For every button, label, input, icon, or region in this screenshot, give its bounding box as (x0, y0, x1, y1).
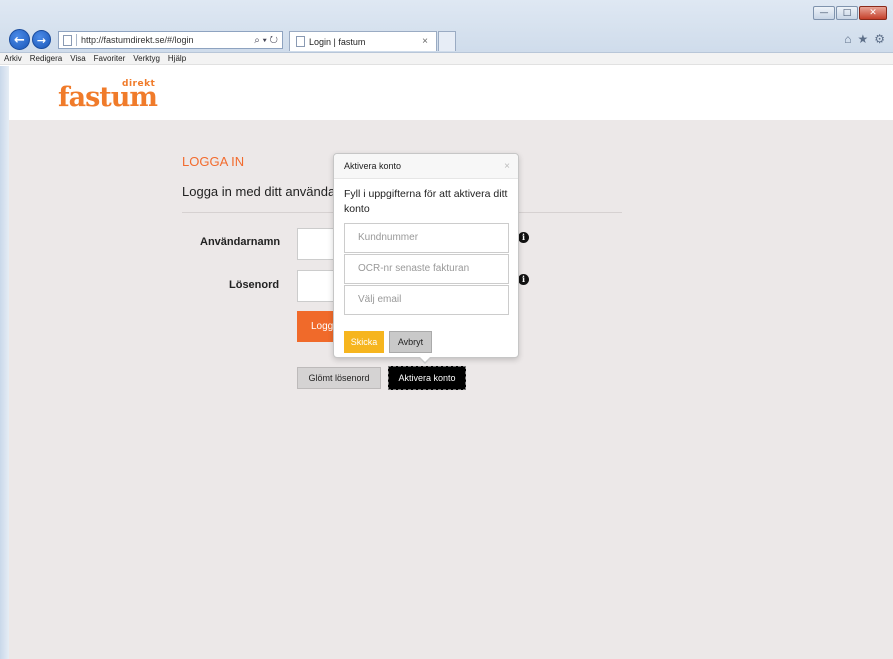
login-button[interactable]: Logga in (297, 311, 337, 342)
address-bar[interactable]: http://fastumdirekt.se/#/login ⌕ ▾ ↻ (58, 31, 283, 49)
forward-arrow-icon[interactable]: → (32, 30, 51, 49)
browser-tab[interactable]: Login | fastum × (289, 31, 437, 51)
email-select[interactable]: Välj email (344, 285, 509, 315)
popover-arrow (418, 356, 432, 364)
customer-number-input[interactable]: Kundnummer (344, 223, 509, 253)
menu-item-verktyg[interactable]: Verktyg (133, 53, 160, 64)
close-window-button[interactable]: ✕ (859, 6, 887, 20)
new-tab-button[interactable] (438, 31, 456, 51)
login-heading: LOGGA IN (182, 154, 245, 169)
tab-page-icon (296, 36, 305, 47)
tab-close-icon[interactable]: × (422, 36, 428, 47)
popover-title: Aktivera konto (344, 161, 402, 171)
settings-gear-icon[interactable]: ⚙ (874, 32, 885, 46)
menu-item-redigera[interactable]: Redigera (30, 53, 62, 64)
activate-account-popover: Aktivera konto × Fyll i uppgifterna för … (333, 153, 519, 364)
menu-bar: Arkiv Redigera Visa Favoriter Verktyg Hj… (0, 53, 893, 65)
username-label: Användarnamn (200, 236, 281, 248)
info-icon[interactable]: i (518, 274, 529, 285)
address-tools-icon[interactable]: ⌕ ▾ ↻ (254, 35, 282, 46)
page-icon (63, 34, 72, 46)
address-separator (76, 34, 77, 46)
tab-title: Login | fastum (309, 36, 366, 47)
menu-item-arkiv[interactable]: Arkiv (4, 53, 22, 64)
favorites-star-icon[interactable]: ★ (857, 32, 868, 46)
home-icon[interactable]: ⌂ (844, 32, 851, 46)
popover-header: Aktivera konto × (334, 154, 518, 179)
maximize-button[interactable]: □ (836, 6, 858, 20)
username-input[interactable] (297, 228, 337, 260)
back-arrow-icon[interactable]: ← (9, 29, 30, 50)
fastum-logo-direkt: direkt (122, 79, 156, 89)
forgot-password-button[interactable]: Glömt lösenord (297, 367, 381, 389)
window-left-edge (0, 66, 9, 659)
activate-account-button[interactable]: Aktivera konto (388, 366, 466, 390)
browser-toolbar: — □ ✕ ← → http://fastumdirekt.se/#/login… (0, 0, 893, 53)
menu-item-favoriter[interactable]: Favoriter (94, 53, 126, 64)
url-text[interactable]: http://fastumdirekt.se/#/login (81, 35, 254, 45)
close-icon[interactable]: × (504, 154, 510, 179)
menu-item-hjalp[interactable]: Hjälp (168, 53, 186, 64)
password-label: Lösenord (229, 279, 280, 291)
menu-item-visa[interactable]: Visa (70, 53, 85, 64)
ocr-number-input[interactable]: OCR-nr senaste fakturan (344, 254, 509, 284)
cancel-button[interactable]: Avbryt (389, 331, 432, 353)
login-intro-text: Logga in med ditt användarnamn (182, 184, 334, 199)
popover-instructions: Fyll i uppgifterna för att aktivera ditt… (344, 188, 508, 215)
password-input[interactable] (297, 270, 337, 302)
window-controls: — □ ✕ (813, 6, 887, 20)
submit-button[interactable]: Skicka (344, 331, 384, 353)
info-icon[interactable]: i (518, 232, 529, 243)
minimize-button[interactable]: — (813, 6, 835, 20)
browser-right-icons: ⌂ ★ ⚙ (844, 32, 885, 46)
